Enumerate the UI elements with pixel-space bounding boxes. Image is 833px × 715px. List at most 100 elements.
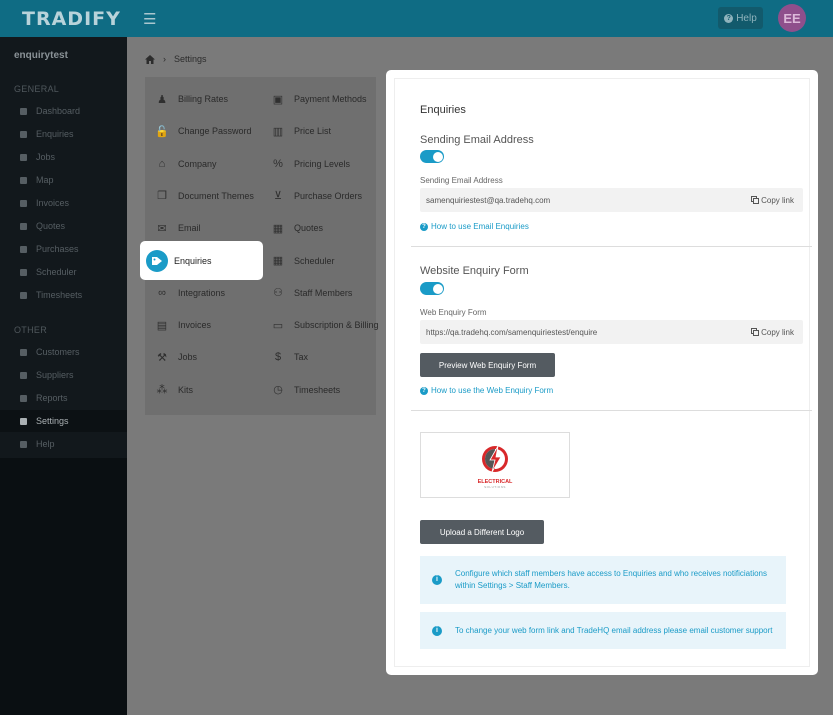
settings-item-kits[interactable]: ⁂ Kits: [156, 380, 194, 400]
sidebar-item-label: Dashboard: [36, 106, 81, 116]
settings-item-enquiries[interactable]: Enquiries: [140, 241, 263, 280]
settings-item-company[interactable]: ⌂ Company: [156, 154, 217, 174]
email-enquiries-help-link[interactable]: ? How to use Email Enquiries: [420, 222, 529, 231]
email-address-field[interactable]: samenquiriestest@qa.tradehq.com Copy lin…: [420, 188, 803, 212]
sidebar-item-enquiries[interactable]: Enquiries: [0, 123, 127, 145]
settings-item-billing-rates[interactable]: ♟ Billing Rates: [156, 89, 228, 109]
hammer-icon: ⚒: [157, 351, 167, 364]
settings-item-change-password[interactable]: 🔓 Change Password: [155, 121, 252, 141]
settings-item-staff-members[interactable]: ⚇ Staff Members: [272, 283, 352, 303]
settings-item-label: Change Password: [178, 126, 252, 137]
settings-item-label: Timesheets: [294, 384, 341, 395]
copy-icon: [751, 196, 760, 204]
web-enquiry-form-toggle[interactable]: [420, 282, 444, 295]
calendar-icon: ▦: [272, 255, 284, 267]
sidebar-item-label: Customers: [36, 347, 80, 357]
email-section-heading: Sending Email Address: [420, 134, 534, 146]
sidebar-item-dashboard[interactable]: Dashboard: [0, 100, 127, 122]
sidebar-item-label: Suppliers: [36, 370, 74, 380]
sidebar-item-quotes[interactable]: Quotes: [0, 215, 127, 237]
settings-item-jobs[interactable]: ⚒ Jobs: [156, 347, 197, 367]
sidebar-section-general: GENERAL: [14, 84, 60, 94]
sidebar-item-label: Help: [36, 439, 55, 449]
settings-item-tax[interactable]: $ Tax: [272, 347, 308, 367]
copy-icon: ❐: [157, 190, 167, 203]
breadcrumb-current: Settings: [174, 54, 207, 64]
sidebar-section-other: OTHER: [14, 325, 47, 335]
question-icon: ?: [420, 222, 428, 231]
email-enquiries-toggle[interactable]: [420, 150, 444, 163]
question-icon: ?: [420, 386, 428, 395]
calculator-icon: [18, 221, 28, 231]
sidebar-username[interactable]: enquirytest: [14, 50, 68, 61]
sidebar-item-customers[interactable]: Customers: [0, 341, 127, 363]
preview-web-enquiry-form-button[interactable]: Preview Web Enquiry Form: [420, 353, 555, 377]
gear-icon: [18, 416, 28, 426]
cart-icon: ⊻: [273, 190, 283, 203]
avatar[interactable]: EE: [778, 4, 806, 32]
settings-item-label: Subscription & Billing: [294, 320, 379, 331]
settings-item-timesheets[interactable]: ◷ Timesheets: [272, 380, 340, 400]
upload-logo-button[interactable]: Upload a Different Logo: [420, 520, 544, 544]
logo-subtext: SOLUTIONS: [484, 485, 506, 489]
sidebar-item-label: Invoices: [36, 198, 70, 208]
sidebar-item-label: Reports: [36, 393, 68, 403]
settings-item-email[interactable]: ✉ Email: [156, 218, 201, 238]
enquiries-panel: Enquiries Sending Email Address Sending …: [386, 70, 818, 675]
copy-web-form-link-button[interactable]: Copy link: [751, 320, 794, 344]
truck-icon: [18, 370, 28, 380]
person-icon: ♟: [157, 93, 167, 106]
sidebar-item-help[interactable]: Help: [0, 433, 127, 455]
settings-item-label: Tax: [294, 352, 309, 363]
settings-item-label: Quotes: [294, 223, 324, 234]
invoice-icon: [18, 198, 28, 208]
web-section-heading: Website Enquiry Form: [420, 265, 529, 277]
settings-item-subscription-billing[interactable]: ▭ Subscription & Billing: [272, 315, 379, 335]
sidebar-item-purchases[interactable]: Purchases: [0, 238, 127, 260]
settings-item-invoices[interactable]: ▤ Invoices: [156, 315, 211, 335]
sidebar-item-timesheets[interactable]: Timesheets: [0, 284, 127, 306]
settings-item-label: Payment Methods: [294, 94, 367, 104]
settings-item-purchase-orders[interactable]: ⊻ Purchase Orders: [272, 186, 362, 206]
book-icon: ▥: [272, 125, 284, 138]
sidebar-item-reports[interactable]: Reports: [0, 387, 127, 409]
money-icon: ▣: [272, 93, 284, 106]
settings-item-label: Pricing Levels: [294, 158, 351, 169]
clock-icon: [18, 290, 28, 300]
sidebar-item-invoices[interactable]: Invoices: [0, 192, 127, 214]
settings-item-label: Email: [178, 223, 201, 234]
help-button[interactable]: ? Help: [718, 7, 763, 29]
settings-item-label: Billing Rates: [178, 94, 229, 104]
settings-item-price-list[interactable]: ▥ Price List: [272, 121, 331, 141]
breadcrumb-separator: ›: [163, 54, 166, 64]
sidebar-item-settings[interactable]: Settings: [0, 410, 127, 432]
app-logo[interactable]: TRADIFY: [22, 8, 121, 30]
sidebar-item-label: Quotes: [36, 221, 66, 231]
sidebar-item-suppliers[interactable]: Suppliers: [0, 364, 127, 386]
settings-item-quotes[interactable]: ▦ Quotes: [272, 218, 323, 238]
settings-item-scheduler[interactable]: ▦ Scheduler: [272, 251, 335, 271]
menu-toggle-icon[interactable]: ☰: [143, 10, 156, 28]
sidebar-item-label: Scheduler: [36, 267, 77, 277]
web-form-help-link[interactable]: ? How to use the Web Enquiry Form: [420, 386, 553, 395]
copy-email-link-label: Copy link: [761, 195, 794, 205]
settings-item-document-themes[interactable]: ❐ Document Themes: [156, 186, 254, 206]
lock-icon: 🔓: [155, 125, 169, 138]
sidebar: enquirytest GENERAL Dashboard Enquiries Jo…: [0, 37, 127, 715]
copy-email-link-button[interactable]: Copy link: [751, 188, 794, 212]
info-text-support: To change your web form link and TradeHQ…: [455, 625, 773, 635]
users-icon: ⚇: [273, 287, 283, 300]
sidebar-item-map[interactable]: Map: [0, 169, 127, 191]
info-text-staff: Configure which staff members have acces…: [455, 569, 768, 590]
settings-item-payment-methods[interactable]: ▣ Payment Methods: [272, 89, 367, 109]
envelope-icon: ✉: [157, 222, 167, 235]
info-box-staff: i Configure which staff members have acc…: [420, 556, 786, 604]
sidebar-item-jobs[interactable]: Jobs: [0, 146, 127, 168]
sidebar-item-scheduler[interactable]: Scheduler: [0, 261, 127, 283]
settings-item-pricing-levels[interactable]: % Pricing Levels: [272, 154, 350, 174]
home-icon[interactable]: [145, 54, 155, 64]
web-form-url-field[interactable]: https://qa.tradehq.com/samenquiriestest/…: [420, 320, 803, 344]
question-icon: ?: [724, 13, 734, 23]
settings-item-integrations[interactable]: ∞ Integrations: [156, 283, 225, 303]
help-button-label: Help: [736, 12, 757, 24]
